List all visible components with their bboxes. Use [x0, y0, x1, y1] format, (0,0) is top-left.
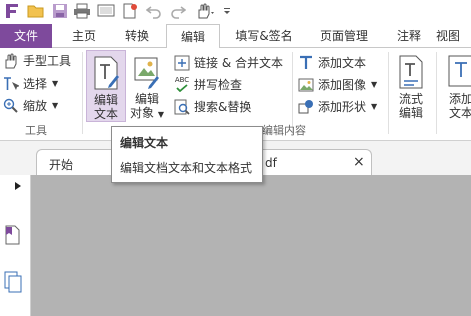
document-canvas[interactable]: [31, 175, 471, 316]
left-navigation-panel: [0, 175, 31, 316]
add-text-label: 添加文本: [318, 56, 367, 70]
spellcheck-label: 拼写检查: [194, 78, 243, 92]
zoom-tool-label: 缩放: [23, 99, 48, 113]
image-icon: [298, 77, 314, 93]
group-divider: [388, 52, 389, 134]
flow-edit-label-1: 流式: [398, 92, 423, 106]
hand-tool-button[interactable]: 手型工具: [3, 52, 71, 69]
edit-text-button[interactable]: 编辑 文本: [86, 50, 126, 122]
add-text-button[interactable]: 添加文本: [298, 54, 366, 71]
search-replace-button[interactable]: 搜索&替换: [174, 98, 251, 115]
link-merge-label: 链接 & 合并文本: [194, 56, 283, 70]
edit-object-label-1: 编辑: [134, 92, 159, 106]
document-filename: df: [265, 156, 277, 170]
add-image-dropdown-icon: ▼: [371, 80, 378, 89]
edit-object-icon: [134, 57, 159, 89]
edit-text-label-1: 编辑: [93, 93, 118, 107]
quick-access-toolbar: [0, 0, 471, 24]
edit-object-button[interactable]: 编辑 对象 ▼: [128, 54, 166, 122]
tools-group-label: 工具: [25, 124, 47, 137]
spellcheck-icon: ABC: [174, 77, 190, 93]
select-dropdown-icon: ▼: [52, 79, 59, 88]
add-text-box-label-2: 文本: [448, 106, 471, 120]
add-shape-label: 添加形状: [318, 100, 367, 114]
tab-comment[interactable]: 注释: [386, 24, 432, 48]
bookmark-icon[interactable]: [4, 225, 20, 248]
link-merge-icon: [174, 55, 190, 71]
text-select-icon: [3, 76, 19, 92]
undo-icon[interactable]: [145, 2, 163, 20]
hand-icon: [3, 53, 19, 69]
select-tool-label: 选择: [23, 77, 48, 91]
add-shape-dropdown-icon: ▼: [371, 102, 378, 111]
group-divider: [82, 52, 83, 134]
zoom-tool-button[interactable]: 缩放 ▼: [3, 97, 58, 114]
edit-text-label-2: 文本: [93, 107, 118, 121]
hand-tool-label: 手型工具: [23, 54, 72, 68]
expand-panel-icon[interactable]: [14, 180, 22, 194]
text-box-icon: [448, 55, 471, 87]
edit-object-label-2: 对象 ▼: [130, 106, 164, 120]
text-t-icon: [298, 55, 314, 71]
add-text-box-label-1: 添加: [448, 92, 471, 106]
hand-dropdown-icon[interactable]: [195, 2, 217, 20]
screen-icon[interactable]: [97, 2, 115, 20]
tooltip-title: 编辑文本: [120, 136, 169, 150]
add-image-button[interactable]: 添加图像 ▼: [298, 76, 377, 93]
app-logo-icon: [3, 2, 21, 20]
redo-icon[interactable]: [169, 2, 187, 20]
group-divider: [436, 52, 437, 134]
print-icon[interactable]: [73, 2, 91, 20]
zoom-dropdown-icon: ▼: [52, 101, 59, 110]
open-folder-icon[interactable]: [27, 2, 45, 20]
save-icon[interactable]: [51, 2, 69, 20]
add-image-label: 添加图像: [318, 78, 367, 92]
pages-thumbnail-icon[interactable]: [4, 271, 22, 296]
tab-fill-sign[interactable]: 填写&签名: [227, 24, 301, 48]
tab-convert[interactable]: 转换: [112, 24, 162, 48]
ribbon-tab-bar: 文件 主页 转换 编辑 填写&签名 页面管理 注释 视图: [0, 24, 471, 49]
tooltip-description: 编辑文档文本和文本格式: [120, 161, 253, 175]
edit-text-icon: [94, 56, 119, 90]
add-text-box-button[interactable]: 添加 文本: [442, 54, 471, 120]
tab-file[interactable]: 文件: [0, 24, 52, 48]
edit-content-group-label: 编辑内容: [262, 124, 306, 137]
link-merge-text-button[interactable]: 链接 & 合并文本: [174, 54, 283, 71]
flow-edit-icon: [399, 55, 423, 89]
zoom-icon: [3, 98, 19, 114]
tab-edit[interactable]: 编辑: [166, 24, 220, 49]
shape-icon: [298, 99, 314, 115]
new-document-icon[interactable]: [121, 2, 139, 20]
flow-edit-button[interactable]: 流式 编辑: [392, 54, 430, 120]
customize-toolbar-icon[interactable]: [222, 2, 232, 20]
flow-edit-label-2: 编辑: [398, 106, 423, 120]
tab-home[interactable]: 主页: [60, 24, 108, 48]
document-tab-title: 开始: [49, 158, 74, 172]
edit-text-tooltip: 编辑文本 编辑文档文本和文本格式: [111, 126, 263, 183]
search-replace-icon: [174, 99, 190, 115]
tab-page-manage[interactable]: 页面管理: [306, 24, 382, 48]
close-tab-icon[interactable]: ×: [353, 154, 365, 170]
select-tool-button[interactable]: 选择 ▼: [3, 75, 58, 92]
search-replace-label: 搜索&替换: [194, 100, 252, 114]
tab-view[interactable]: 视图: [436, 24, 471, 48]
add-shape-button[interactable]: 添加形状 ▼: [298, 98, 377, 115]
spellcheck-button[interactable]: ABC 拼写检查: [174, 76, 242, 93]
